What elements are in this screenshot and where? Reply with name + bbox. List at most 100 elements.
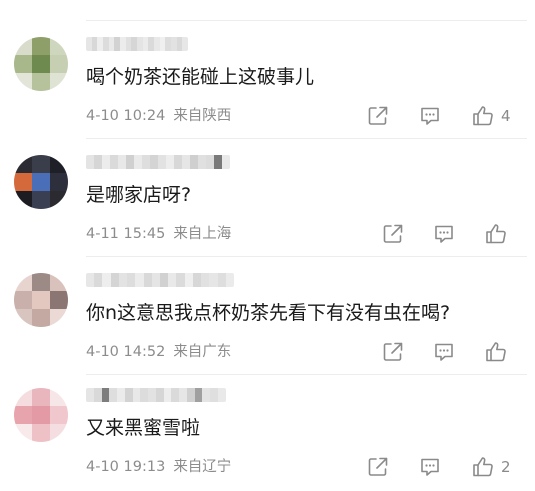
- thumbs-up-icon: [473, 457, 493, 477]
- username-mosaic-block: [86, 388, 94, 402]
- username-mosaic-block: [182, 37, 188, 51]
- username[interactable]: [86, 155, 230, 169]
- avatar-pixel: [50, 73, 68, 91]
- username-mosaic-block: [192, 273, 202, 287]
- avatar-pixel: [50, 424, 68, 442]
- avatar-pixel: [50, 191, 68, 209]
- username-mosaic-block: [140, 388, 149, 402]
- share-button[interactable]: [367, 454, 389, 480]
- username-mosaic-block: [118, 273, 128, 287]
- username-mosaic-block: [206, 155, 214, 169]
- avatar[interactable]: [14, 37, 68, 91]
- share-button[interactable]: [382, 339, 404, 365]
- avatar-pixel: [50, 155, 68, 173]
- reply-button[interactable]: [419, 103, 441, 129]
- username-mosaic-block: [217, 273, 226, 287]
- avatar-pixel: [14, 155, 32, 173]
- comment-meta: 4-11 15:45 来自上海: [86, 225, 231, 243]
- username-mosaic-block: [214, 155, 222, 169]
- share-button[interactable]: [382, 221, 404, 247]
- username-mosaic-block: [198, 155, 206, 169]
- comment-meta: 4-10 19:13 来自辽宁: [86, 458, 231, 476]
- avatar-pixel: [50, 309, 68, 327]
- comment-item: 喝个奶茶还能碰上这破事儿 4-10 10:24 来自陕西 4: [0, 21, 535, 139]
- like-count: 2: [501, 458, 511, 476]
- thumbs-up-icon: [486, 342, 506, 362]
- thumbs-up-icon: [486, 224, 506, 244]
- username-mosaic-block: [127, 273, 136, 287]
- username-mosaic-block: [150, 155, 158, 169]
- username-mosaic-block: [163, 388, 172, 402]
- username[interactable]: [86, 273, 234, 287]
- avatar-pixel: [32, 388, 50, 406]
- like-button[interactable]: [484, 339, 514, 365]
- like-button[interactable]: [484, 221, 514, 247]
- username-mosaic-block: [118, 155, 126, 169]
- username-mosaic-block: [102, 273, 111, 287]
- comment-meta: 4-10 10:24 来自陕西: [86, 107, 231, 125]
- username-mosaic-block: [143, 273, 152, 287]
- comment-location: 来自陕西: [173, 108, 232, 124]
- username-mosaic-block: [176, 273, 185, 287]
- like-button[interactable]: 2: [471, 454, 511, 480]
- username-mosaic-block: [132, 388, 141, 402]
- avatar[interactable]: [14, 273, 68, 327]
- comment-text: 你n这意思我点杯奶茶先看下有没有虫在喝?: [86, 302, 451, 324]
- username-mosaic-block: [94, 155, 102, 169]
- avatar-pixel: [14, 406, 32, 424]
- comment-text: 喝个奶茶还能碰上这破事儿: [86, 66, 315, 88]
- username[interactable]: [86, 388, 226, 402]
- reply-button[interactable]: [433, 221, 455, 247]
- username-mosaic-block: [166, 155, 174, 169]
- username-mosaic-block: [210, 388, 219, 402]
- avatar-pixel: [14, 55, 32, 73]
- username-mosaic-block: [155, 388, 164, 402]
- share-icon: [368, 457, 388, 476]
- username-mosaic-block: [117, 388, 125, 402]
- comment-icon: [421, 107, 439, 125]
- comment-meta: 4-10 14:52 来自广东: [86, 343, 231, 361]
- share-icon: [383, 342, 403, 361]
- like-count: 4: [501, 107, 511, 125]
- thumbs-up-icon: [473, 106, 493, 126]
- username-mosaic-block: [93, 388, 102, 402]
- comment-text: 又来黑蜜雪啦: [86, 417, 201, 439]
- avatar-pixel: [50, 406, 68, 424]
- comment-location: 来自上海: [173, 226, 232, 242]
- avatar-pixel: [50, 37, 68, 55]
- comment-date: 4-10 10:24: [86, 108, 166, 124]
- username-mosaic-block: [184, 273, 193, 287]
- username-mosaic-block: [86, 155, 94, 169]
- username-mosaic-block: [110, 273, 119, 287]
- username-mosaic-block: [159, 273, 169, 287]
- username-mosaic-block: [94, 273, 103, 287]
- username-mosaic-block: [186, 388, 195, 402]
- avatar-pixel: [32, 73, 50, 91]
- username[interactable]: [86, 37, 188, 51]
- share-button[interactable]: [367, 103, 389, 129]
- like-button[interactable]: 4: [471, 103, 511, 129]
- username-mosaic-block: [218, 388, 226, 402]
- comment-item: 你n这意思我点杯奶茶先看下有没有虫在喝? 4-10 14:52 来自广东: [0, 257, 535, 375]
- comment-icon: [421, 458, 439, 476]
- reply-button[interactable]: [433, 339, 455, 365]
- avatar-pixel: [32, 173, 50, 191]
- share-icon: [383, 224, 403, 243]
- avatar-pixel: [14, 173, 32, 191]
- avatar[interactable]: [14, 155, 68, 209]
- avatar-pixel: [32, 273, 50, 291]
- comment-date: 4-11 15:45: [86, 226, 166, 242]
- username-mosaic-block: [134, 155, 142, 169]
- avatar-pixel: [14, 388, 32, 406]
- comment-icon: [435, 343, 453, 361]
- avatar-pixel: [50, 173, 68, 191]
- username-mosaic-block: [168, 273, 177, 287]
- username-mosaic-block: [151, 273, 160, 287]
- avatar-pixel: [32, 291, 50, 309]
- username-mosaic-block: [174, 155, 182, 169]
- comment-icon: [435, 225, 453, 243]
- comment-date: 4-10 19:13: [86, 459, 166, 475]
- avatar[interactable]: [14, 388, 68, 442]
- reply-button[interactable]: [419, 454, 441, 480]
- username-mosaic-block: [194, 388, 203, 402]
